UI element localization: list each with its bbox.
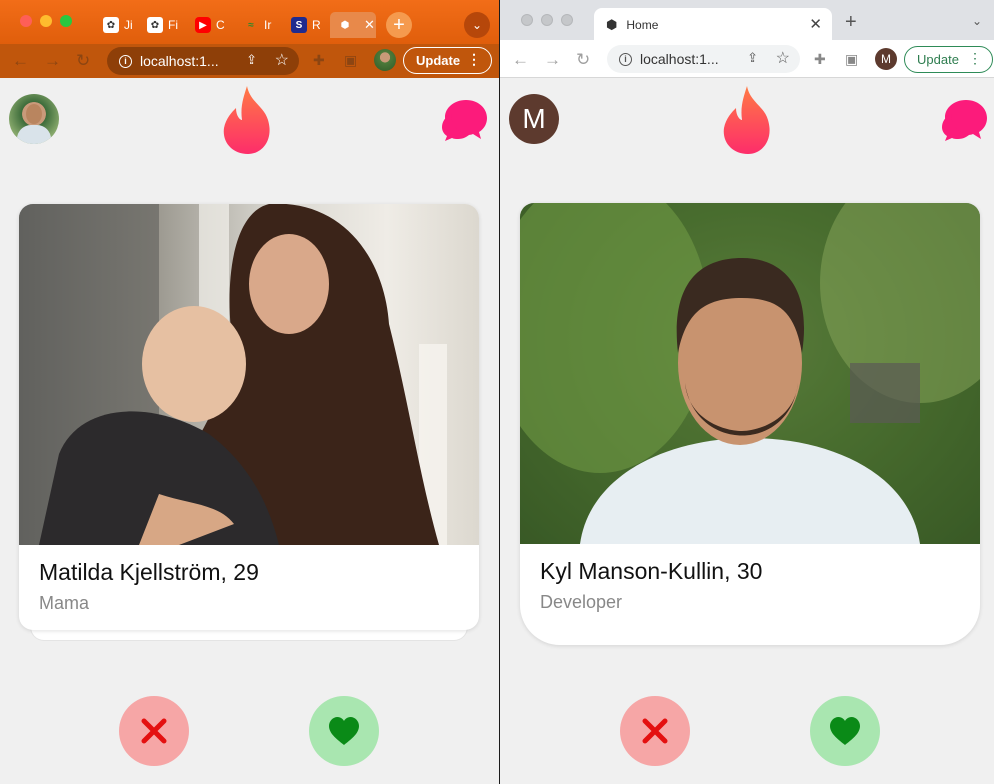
extensions-puzzle-icon[interactable]: ✚ — [814, 51, 826, 68]
reload-icon[interactable]: ↻ — [576, 50, 590, 70]
back-arrow-icon[interactable]: ← — [512, 50, 529, 70]
maximize-window-button[interactable] — [561, 14, 573, 26]
bookmark-star-icon[interactable]: ☆ — [275, 50, 289, 70]
like-button[interactable] — [309, 696, 379, 766]
tab-3[interactable]: ≈ Ir — [236, 12, 280, 38]
tab-label: Fi — [168, 18, 178, 32]
gear-icon: ✿ — [147, 17, 163, 33]
tab-search-button[interactable]: ⌄ — [972, 14, 982, 28]
tab-1[interactable]: ✿ Fi — [140, 12, 186, 38]
tab-strip: ✿ Ji ✿ Fi ▶ C ≈ Ir S R ⬢ ✕ + ⌄ — [0, 0, 499, 44]
update-button[interactable]: Update ⋮ — [403, 47, 492, 74]
snake-icon: ≈ — [248, 19, 254, 31]
left-browser-window: ✿ Ji ✿ Fi ▶ C ≈ Ir S R ⬢ ✕ + ⌄ ← → ↻ i l… — [0, 0, 499, 784]
tab-label: Ir — [264, 18, 272, 32]
gear-icon: ✿ — [103, 17, 119, 33]
kebab-menu-icon[interactable]: ⋮ — [968, 50, 982, 67]
profile-card[interactable]: Matilda Kjellström, 29 Mama — [19, 204, 479, 630]
profile-avatar[interactable] — [374, 49, 396, 71]
reload-icon[interactable]: ↻ — [76, 51, 90, 71]
profile-photo — [520, 203, 980, 544]
profile-name: Kyl Manson-Kullin, 30 — [540, 558, 763, 584]
profile-avatar[interactable]: M — [875, 48, 897, 70]
tab-title: Home — [626, 18, 659, 32]
tab-search-button[interactable]: ⌄ — [464, 12, 490, 38]
close-tab-icon[interactable]: ✕ — [364, 17, 375, 33]
share-icon[interactable]: ⇪ — [747, 50, 758, 66]
back-arrow-icon[interactable]: ← — [12, 51, 29, 71]
forward-arrow-icon[interactable]: → — [44, 51, 61, 71]
profile-card[interactable]: Kyl Manson-Kullin, 30 Developer — [520, 203, 980, 645]
site-info-icon[interactable]: i — [119, 54, 132, 68]
tinder-flame-icon[interactable] — [220, 84, 278, 154]
user-avatar[interactable]: M — [509, 94, 559, 144]
close-window-button[interactable] — [20, 15, 32, 27]
right-browser-window: ⬢ Home ✕ + ⌄ ← → ↻ i localhost:1... ⇪ ☆ … — [500, 0, 994, 784]
profile-photo — [19, 204, 479, 545]
user-avatar[interactable] — [9, 94, 59, 144]
chat-bubbles-icon[interactable] — [441, 98, 489, 142]
address-bar[interactable]: i localhost:1... ⇪ ☆ — [107, 47, 299, 75]
minimize-window-button[interactable] — [541, 14, 553, 26]
tab-0[interactable]: ✿ Ji — [96, 12, 140, 38]
youtube-icon: ▶ — [195, 17, 211, 33]
profile-name: Matilda Kjellström, 29 — [39, 559, 259, 585]
dislike-button[interactable] — [620, 696, 690, 766]
close-tab-icon[interactable]: ✕ — [809, 15, 822, 33]
new-tab-button[interactable]: + — [845, 11, 857, 34]
tab-label: R — [312, 18, 321, 32]
side-panel-icon[interactable]: ▣ — [344, 52, 360, 68]
cube-icon: ⬢ — [340, 19, 350, 31]
new-tab-button[interactable]: + — [386, 12, 412, 38]
side-panel-icon[interactable]: ▣ — [845, 51, 858, 68]
tab-strip: ⬢ Home ✕ + ⌄ — [500, 0, 994, 44]
profile-job: Developer — [540, 592, 623, 612]
maximize-window-button[interactable] — [60, 15, 72, 27]
tab-active[interactable]: ⬢ ✕ — [330, 12, 376, 38]
x-icon — [141, 718, 167, 744]
app-content: Matilda Kjellström, 29 Mama — [0, 78, 499, 784]
cube-icon: ⬢ — [606, 17, 618, 32]
tab-2[interactable]: ▶ C — [188, 12, 232, 38]
update-label: Update — [416, 53, 461, 68]
url-text: localhost:1... — [640, 51, 719, 67]
extensions-puzzle-icon[interactable]: ✚ — [313, 52, 329, 68]
profile-job: Mama — [39, 593, 90, 613]
minimize-window-button[interactable] — [40, 15, 52, 27]
dislike-button[interactable] — [119, 696, 189, 766]
heart-icon — [830, 717, 860, 745]
bookmark-star-icon[interactable]: ☆ — [776, 48, 790, 68]
chat-bubbles-icon[interactable] — [941, 98, 989, 142]
s-logo-icon: S — [291, 17, 307, 33]
share-icon[interactable]: ⇪ — [246, 52, 257, 68]
close-window-button[interactable] — [521, 14, 533, 26]
tab-4[interactable]: S R — [284, 12, 328, 38]
tinder-flame-icon[interactable] — [720, 84, 778, 154]
update-label: Update — [917, 52, 959, 67]
x-icon — [642, 718, 668, 744]
tab-home[interactable]: ⬢ Home ✕ — [594, 8, 832, 42]
tab-label: Ji — [124, 18, 133, 32]
address-bar[interactable]: i localhost:1... ⇪ ☆ — [607, 45, 800, 73]
url-text: localhost:1... — [140, 53, 219, 69]
site-info-icon[interactable]: i — [619, 52, 632, 66]
forward-arrow-icon[interactable]: → — [544, 50, 561, 70]
tab-label: C — [216, 18, 225, 32]
heart-icon — [329, 717, 359, 745]
app-content: M Kyl Manson-Kullin, 30 Developer — [500, 78, 994, 784]
kebab-menu-icon[interactable]: ⋮ — [467, 51, 481, 68]
like-button[interactable] — [810, 696, 880, 766]
update-button[interactable]: Update ⋮ — [904, 46, 993, 73]
